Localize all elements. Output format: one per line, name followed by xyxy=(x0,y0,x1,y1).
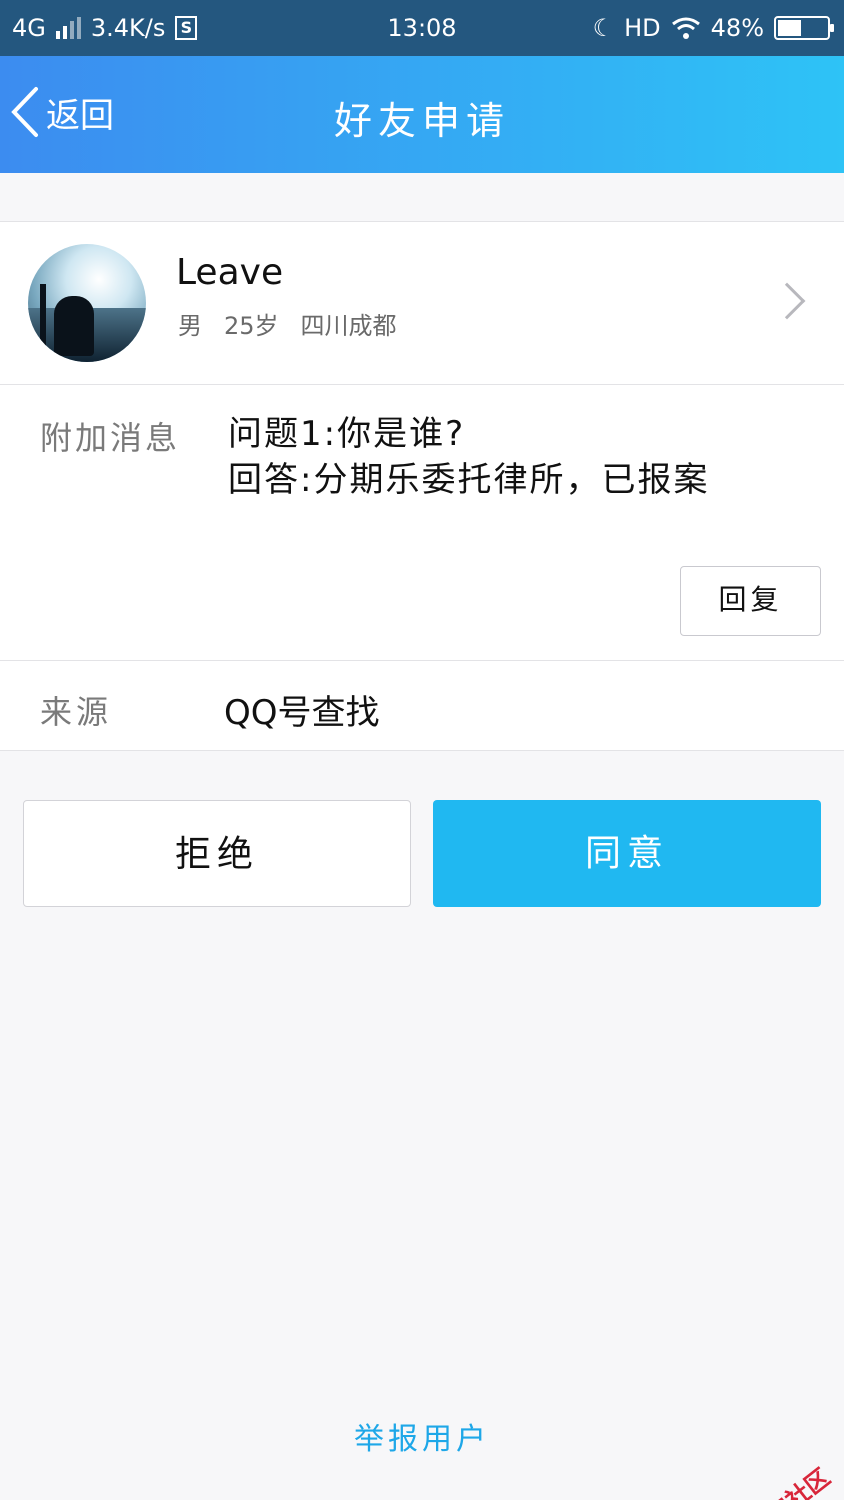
chevron-right-icon xyxy=(768,282,806,320)
status-bar: 4G 3.4K/s S 13:08 ☾ HD 48% xyxy=(0,0,844,56)
battery-icon xyxy=(774,16,834,40)
reply-button[interactable]: 回复 xyxy=(680,566,821,636)
message-label: 附加消息 xyxy=(40,419,181,457)
message-question: 问题1:你是谁? xyxy=(228,414,466,454)
message-section: 附加消息 问题1:你是谁? 回答:分期乐委托律所，已报案 回复 xyxy=(0,385,844,661)
profile-gender: 男 xyxy=(178,312,202,340)
accept-button[interactable]: 同意 xyxy=(433,800,821,907)
avatar[interactable] xyxy=(28,244,146,362)
profile-meta: 男 25岁 四川成都 xyxy=(178,306,397,341)
status-right: ☾ HD 48% xyxy=(592,14,834,42)
battery-fill xyxy=(778,20,802,36)
profile-location: 四川成都 xyxy=(300,312,397,340)
avatar-post xyxy=(40,284,46,354)
report-user-link[interactable]: 举报用户 xyxy=(0,1414,844,1458)
battery-percent: 48% xyxy=(710,14,764,42)
watermark-text: 卡农社区 xyxy=(742,1463,835,1500)
source-section: 来源 QQ号查找 xyxy=(0,661,844,751)
reject-button[interactable]: 拒绝 xyxy=(23,800,411,907)
nav-bar: 返回 好友申请 xyxy=(0,56,844,173)
message-answer: 回答:分期乐委托律所，已报案 xyxy=(228,460,710,500)
source-value: QQ号查找 xyxy=(224,693,380,733)
source-label: 来源 xyxy=(40,693,113,731)
watermark-logo: 卡农社区 xyxy=(721,1458,836,1500)
wifi-icon xyxy=(671,17,700,39)
moon-icon: ☾ xyxy=(592,14,615,42)
avatar-figure xyxy=(54,296,94,356)
page-title: 好友申请 xyxy=(333,99,510,143)
profile-name: Leave xyxy=(176,252,284,293)
hd-label: HD xyxy=(624,14,661,42)
profile-card[interactable]: Leave 男 25岁 四川成都 xyxy=(0,221,844,385)
message-text: 问题1:你是谁? 回答:分期乐委托律所，已报案 xyxy=(228,411,709,503)
profile-age: 25岁 xyxy=(224,312,279,340)
